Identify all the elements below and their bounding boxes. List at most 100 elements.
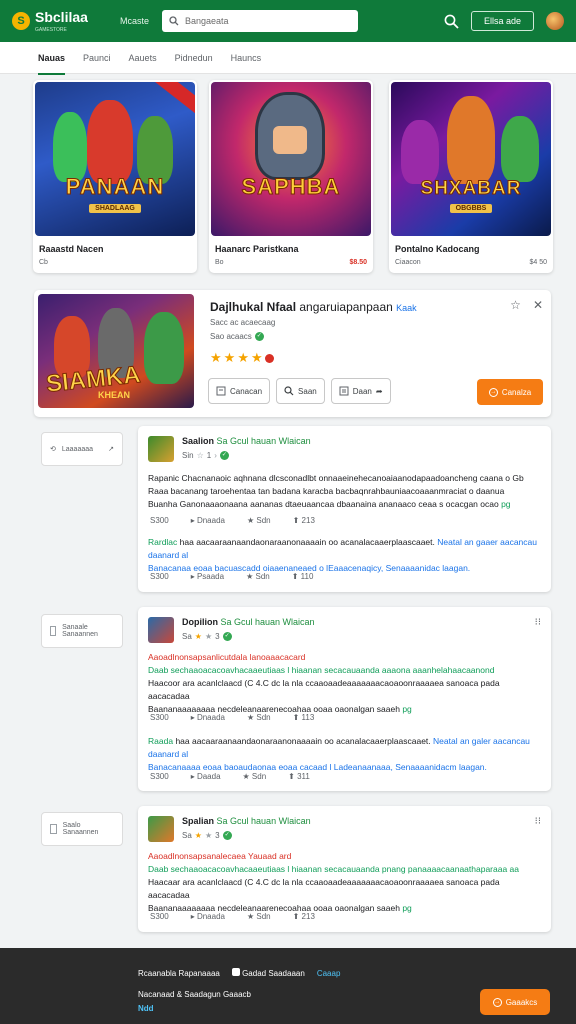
wishlist-button[interactable]: Canacan: [208, 378, 271, 404]
game-card[interactable]: SHXABAR OBGBBS Pontalno Kadocang Ciaacon…: [389, 80, 553, 273]
more-icon[interactable]: ⁝⁝: [535, 816, 541, 827]
footer-button[interactable]: → Gaaakcs: [480, 989, 550, 1015]
star-icon: ›: [214, 451, 217, 460]
logo-subtitle: GAMESTORE: [35, 27, 67, 33]
share-button[interactable]: Daan ➦: [330, 378, 391, 404]
game-card[interactable]: PANAAN SHADLAAG Raaastd Nacen Cb: [33, 80, 197, 273]
filter-chip[interactable]: ⟲ Laaaaaaa ↗: [41, 432, 123, 466]
detail-title: Dajlhukal Nfaal: [210, 300, 297, 314]
reviewer-subtitle: Sa Gcul hauan Wlaican: [216, 436, 311, 446]
share-label: Daan: [352, 386, 372, 396]
top-bar: S Sbclilaa GAMESTORE Mcaste Bangaeata El…: [0, 0, 576, 42]
game-meta: Bo: [215, 259, 224, 266]
game-art-subtitle: OBGBBS: [449, 204, 493, 213]
review-body: Rapanic Chacnanaoic aqhnana dlcsconadlbt…: [148, 473, 524, 509]
review-footer: S300 ▸ Daada ★ Sdn ⬆ 311: [150, 772, 310, 781]
review-card: Saalion Sa Gcul hauan Wlaican Sin ☆ 1 › …: [138, 426, 551, 592]
detail-developer: Sacc ac acaecaag: [210, 318, 276, 327]
sort-icon: ⟲: [50, 446, 56, 453]
star-icon: ★: [223, 350, 236, 365]
game-card[interactable]: SAPHBA Haanarc Paristkana Bo $8.50: [209, 80, 373, 273]
game-detail-panel: SIAMKA KHEAN Dajlhukal Nfaal angaruiapan…: [34, 290, 551, 417]
tab-paunci[interactable]: Paunci: [83, 42, 111, 74]
footer-button-label: Gaaakcs: [505, 997, 538, 1007]
detail-art-subtitle: KHEAN: [98, 390, 131, 400]
search-icon: [284, 386, 294, 396]
game-name: Haanarc Paristkana: [215, 244, 299, 254]
reviewer-subtitle: Sa Gcul hauan Wlaican: [216, 816, 311, 826]
star-icon: ★: [246, 572, 254, 581]
category-tabs: Nauas Paunci Aauets Pidnedun Hauncs: [0, 42, 576, 75]
search-button[interactable]: Saan: [276, 378, 325, 404]
developer-reply: Raada haa aacaaraanaandaonaraanonaaaain …: [148, 736, 530, 772]
review-footer: S300 ▸ Dnaada ★ Sdn ⬆ 113: [150, 713, 315, 722]
logo[interactable]: S Sbclilaa GAMESTORE: [12, 9, 120, 33]
bookmark-icon[interactable]: ☆: [510, 298, 521, 312]
download-icon: →: [488, 387, 498, 397]
reviewer-name: Dopilion: [182, 617, 218, 627]
nav-link[interactable]: Mcaste: [120, 16, 162, 26]
close-icon[interactable]: ✕: [533, 298, 543, 312]
search-label: Saan: [298, 386, 317, 396]
tab-nauas[interactable]: Nauas: [38, 42, 66, 75]
game-meta: Ciaacon: [395, 259, 421, 266]
verified-icon: ✓: [222, 632, 232, 641]
thumbs-icon: ⬆: [292, 912, 300, 921]
search-input[interactable]: Bangaeata: [162, 10, 358, 32]
footer: Rcaanabla Rapanaaaa Gadad Saadaaan Caaap…: [0, 948, 576, 1024]
verified-icon: ✓: [219, 451, 229, 460]
star-icon: ★: [204, 831, 213, 840]
review-rating-label: Sin: [182, 451, 194, 460]
review-rating-count: 3: [215, 632, 220, 641]
thumbs-icon: ⬆: [292, 713, 300, 722]
detail-title-rest: angaruiapanpaan: [299, 300, 393, 314]
star-icon: ★: [237, 350, 249, 365]
download-icon: →: [492, 997, 502, 1007]
filter-chip[interactable]: Saalo Sanaannen: [41, 812, 123, 846]
filter-chip-label: Laaaaaaa: [61, 445, 94, 453]
checkbox-icon: [50, 824, 57, 834]
review-body: Aaoadlnonsapsanlicutdala lanoaaacacard D…: [148, 652, 500, 714]
game-meta: Cb: [39, 259, 48, 266]
info-icon: [231, 968, 240, 976]
star-icon: ★: [210, 350, 222, 365]
tab-hauncs[interactable]: Hauncs: [231, 42, 262, 74]
footer-link[interactable]: Caaap: [317, 969, 341, 978]
star-icon: ★: [246, 912, 255, 921]
game-art-subtitle: SHADLAAG: [89, 204, 141, 213]
reviewer-avatar: [148, 816, 174, 842]
footer-link[interactable]: Gadad Saadaaan: [242, 969, 305, 978]
search-icon[interactable]: [444, 14, 459, 29]
footer-text: Nacanaad & Saadagun Gaaacb: [138, 990, 251, 999]
star-icon: ★: [242, 772, 250, 781]
image-icon: [216, 386, 226, 396]
review-rating-label: Sa: [182, 632, 192, 641]
footer-link[interactable]: Ndd: [138, 1004, 154, 1013]
more-icon[interactable]: ⁝⁝: [535, 617, 541, 628]
reviewer-name: Spalian: [182, 816, 215, 826]
reviewer-subtitle: Sa Gcul hauan Wlaican: [220, 617, 315, 627]
wishlist-label: Canacan: [230, 386, 263, 396]
game-art-title: SAPHBA: [241, 174, 341, 200]
review-body: Aaoadlnonsapsanalecaea Yauaad ard Daab s…: [148, 851, 520, 913]
review-footer: S300 ▸ Psaada ★ Sdn ⬆ 110: [150, 572, 314, 581]
signin-button[interactable]: Ellsa ade: [470, 11, 534, 31]
star-icon: ★: [194, 632, 202, 641]
detail-tag[interactable]: Kaak: [396, 303, 417, 313]
checkbox-icon: [50, 626, 57, 636]
reviewer-name: Saalion: [182, 436, 215, 446]
game-name: Pontalno Kadocang: [395, 244, 480, 254]
developer-reply: Rardlac haa aacaaraanaandaonaraanonaaaai…: [148, 537, 537, 573]
tab-aauets[interactable]: Aauets: [129, 42, 157, 74]
install-button[interactable]: → Canalza: [477, 379, 543, 405]
filter-chip-label: Sanaale Sanaannen: [62, 624, 98, 638]
review-footer: S300 ▸ Dnaada ★ Sdn ⬆ 213: [150, 912, 315, 921]
filter-chip-label: Saalo Sanaannen: [62, 822, 99, 836]
footer-link[interactable]: Rcaanabla Rapanaaaa: [138, 969, 220, 978]
tab-pidnedun[interactable]: Pidnedun: [175, 42, 213, 74]
user-avatar[interactable]: [546, 12, 564, 30]
review-card: Dopilion Sa Gcul hauan Wlaican Sa ★ ★ 3 …: [138, 607, 551, 791]
review-rating-label: Sa: [182, 831, 192, 840]
filter-chip[interactable]: Sanaale Sanaannen: [41, 614, 123, 648]
star-icon: ★: [246, 713, 255, 722]
